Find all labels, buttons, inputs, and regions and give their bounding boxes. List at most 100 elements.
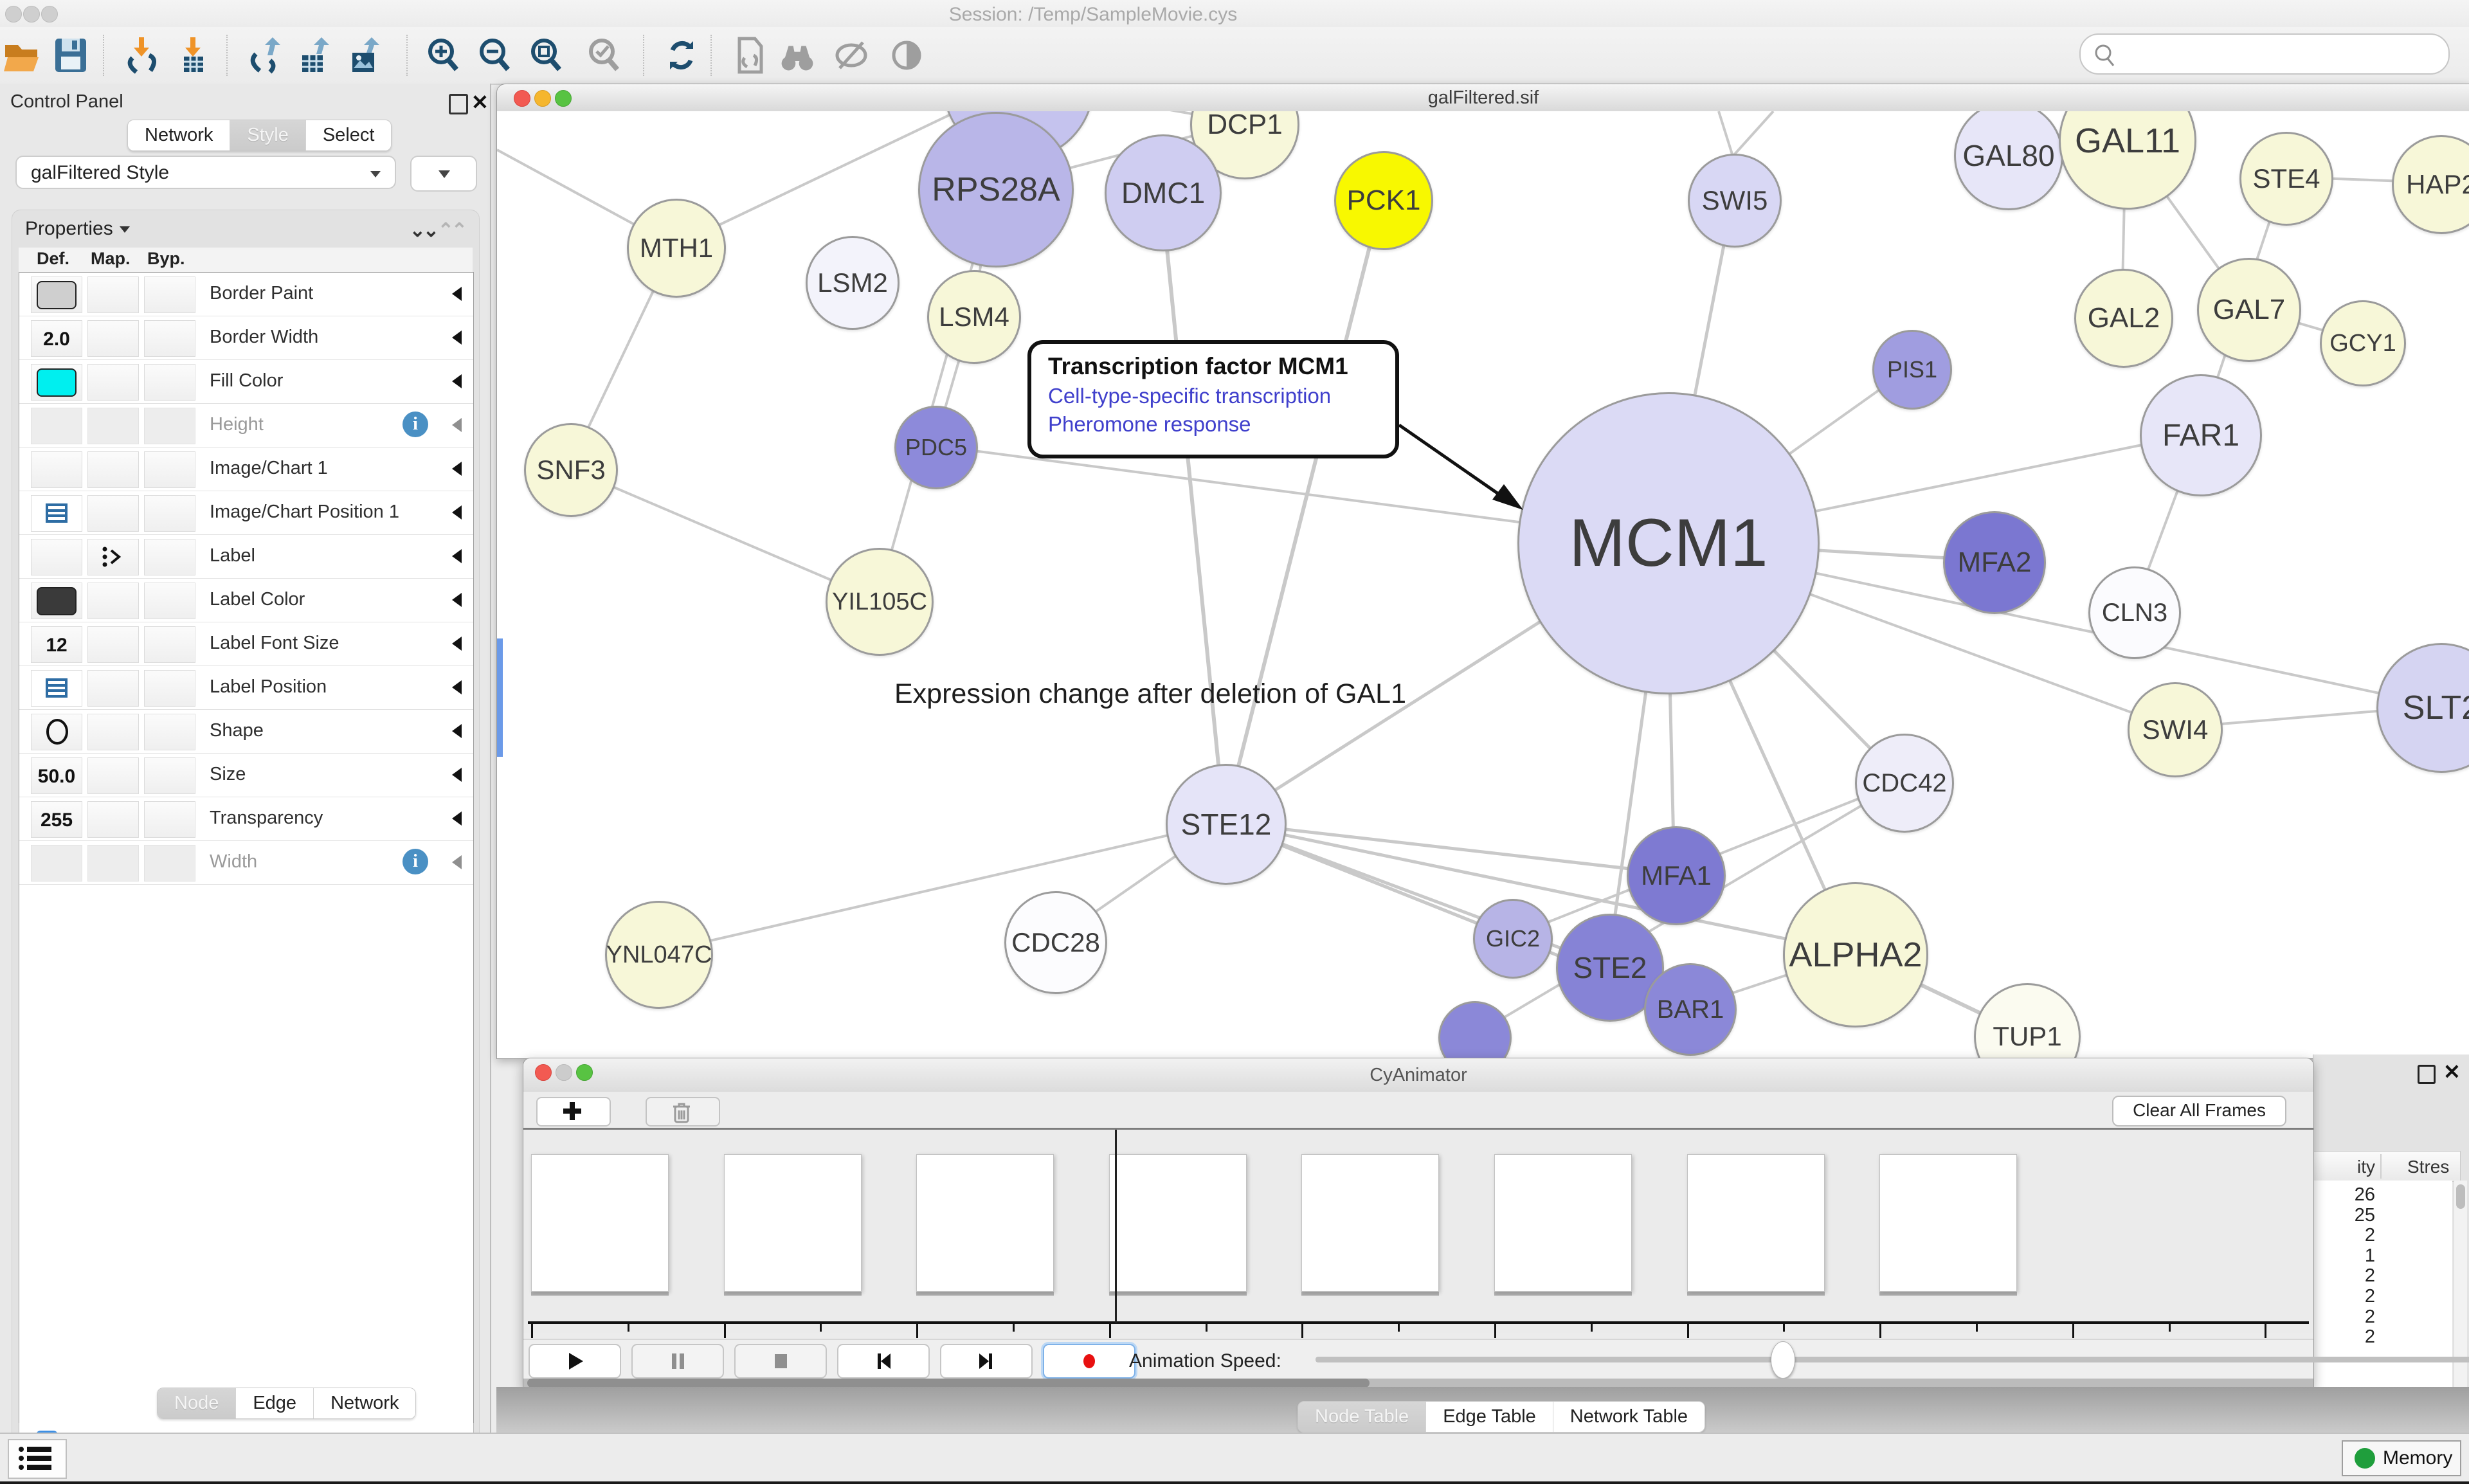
mapping-cell[interactable] — [87, 583, 139, 619]
mapping-cell[interactable] — [87, 757, 139, 794]
clear-all-frames-button[interactable]: Clear All Frames — [2112, 1096, 2286, 1127]
network-node-pis1[interactable]: PIS1 — [1872, 330, 1952, 410]
float-panel-icon[interactable] — [449, 94, 468, 114]
close-panel-icon[interactable]: ✕ — [471, 90, 489, 114]
table-row[interactable]: 2 — [2313, 1326, 2375, 1348]
frame-thumbnail-6[interactable] — [1687, 1154, 1825, 1292]
close-window-icon[interactable] — [5, 6, 22, 23]
tab-network[interactable]: Network — [128, 120, 230, 150]
tab-edge[interactable]: Edge — [235, 1388, 313, 1418]
network-node-pck1[interactable]: PCK1 — [1334, 151, 1433, 250]
tab-node[interactable]: Node — [158, 1388, 235, 1418]
hide-panel-icon[interactable] — [833, 36, 869, 75]
go-to-end-button[interactable] — [940, 1344, 1033, 1379]
frame-thumbnail-5[interactable] — [1494, 1154, 1632, 1292]
zoom-in-icon[interactable] — [426, 36, 462, 75]
tab-node-table[interactable]: Node Table — [1298, 1402, 1425, 1432]
network-node-lsm4[interactable]: LSM4 — [927, 270, 1021, 364]
mapping-cell[interactable] — [87, 801, 139, 838]
save-icon[interactable] — [53, 36, 89, 75]
column-divider[interactable] — [2380, 1154, 2382, 1179]
property-row-shape[interactable]: Shape — [19, 710, 473, 754]
expand-property-icon[interactable] — [452, 287, 462, 301]
mapping-cell[interactable] — [87, 451, 139, 488]
default-value-cell[interactable]: 2.0 — [31, 320, 82, 357]
open-folder-icon[interactable] — [4, 36, 40, 75]
network-node-mfa1[interactable]: MFA1 — [1627, 826, 1726, 925]
network-node-gal7[interactable]: GAL7 — [2197, 258, 2301, 362]
go-to-start-button[interactable] — [837, 1344, 930, 1379]
expand-property-icon[interactable] — [452, 374, 462, 388]
bypass-cell[interactable] — [144, 408, 195, 444]
annotation-box[interactable]: Transcription factor MCM1 Cell-type-spec… — [1027, 340, 1399, 458]
network-node-mfa2[interactable]: MFA2 — [1943, 511, 2046, 614]
add-frame-button[interactable] — [536, 1097, 611, 1127]
tab-network-style[interactable]: Network — [313, 1388, 415, 1418]
expand-property-icon[interactable] — [452, 330, 462, 345]
network-node-mth1[interactable]: MTH1 — [627, 199, 726, 298]
property-row-label-position[interactable]: Label Position — [19, 666, 473, 710]
cyanimator-titlebar[interactable]: CyAnimator — [523, 1058, 2313, 1092]
tab-network-table[interactable]: Network Table — [1553, 1402, 1705, 1432]
network-node-ste12[interactable]: STE12 — [1166, 764, 1287, 885]
panel-menu-button[interactable] — [8, 1439, 67, 1479]
property-row-border-width[interactable]: 2.0Border Width — [19, 316, 473, 360]
network-node-tup1[interactable]: TUP1 — [1974, 983, 2081, 1058]
scrollbar-thumb[interactable] — [527, 1379, 1370, 1388]
default-value-cell[interactable]: 12 — [31, 626, 82, 663]
close-panel-icon[interactable]: ✕ — [2443, 1060, 2461, 1084]
frame-thumbnail-3[interactable] — [1109, 1154, 1247, 1292]
import-network-icon[interactable] — [123, 36, 159, 75]
float-panel-icon[interactable] — [2418, 1065, 2436, 1084]
network-node-alpha2[interactable]: ALPHA2 — [1783, 882, 1928, 1027]
bypass-cell[interactable] — [144, 757, 195, 794]
expand-property-icon[interactable] — [452, 811, 462, 826]
zoom-fit-icon[interactable] — [529, 36, 565, 75]
search-input[interactable] — [2079, 33, 2450, 75]
table-scrollbar[interactable] — [2454, 1181, 2467, 1387]
property-row-size[interactable]: 50.0Size — [19, 754, 473, 797]
mapping-cell[interactable] — [87, 408, 139, 444]
refresh-icon[interactable] — [664, 36, 700, 75]
default-value-cell[interactable] — [31, 539, 82, 575]
bypass-cell[interactable] — [144, 626, 195, 663]
bypass-cell[interactable] — [144, 670, 195, 707]
property-row-height[interactable]: Heighti — [19, 404, 473, 448]
default-value-cell[interactable] — [31, 714, 82, 750]
cyanimator-timeline[interactable]: 0123456789 Seconds — [523, 1130, 2313, 1333]
expand-all-icon[interactable]: ⌄⌄ — [410, 219, 437, 242]
mapping-cell[interactable] — [87, 495, 139, 532]
expand-property-icon[interactable] — [452, 680, 462, 694]
table-column-stress[interactable]: Stres — [2407, 1157, 2449, 1177]
expand-property-icon[interactable] — [452, 462, 462, 476]
animation-speed-slider[interactable] — [1316, 1357, 2469, 1362]
frame-thumbnail-4[interactable] — [1301, 1154, 1439, 1292]
zoom-out-icon[interactable] — [477, 36, 513, 75]
slider-thumb[interactable] — [1771, 1341, 1795, 1379]
default-value-cell[interactable] — [31, 670, 82, 707]
table-row[interactable]: 2 — [2313, 1286, 2375, 1307]
table-row[interactable]: 2 — [2313, 1225, 2375, 1246]
memory-button[interactable]: Memory — [2342, 1440, 2461, 1476]
bypass-cell[interactable] — [144, 583, 195, 619]
bypass-cell[interactable] — [144, 451, 195, 488]
bypass-cell[interactable] — [144, 276, 195, 313]
expand-property-icon[interactable] — [452, 505, 462, 520]
mapping-cell[interactable] — [87, 626, 139, 663]
annotation-link[interactable]: Pheromone response — [1048, 412, 1395, 437]
cyanimator-hscrollbar[interactable] — [523, 1379, 2313, 1388]
network-node-slt2[interactable]: SLT2 — [2376, 643, 2469, 773]
default-value-cell[interactable]: 50.0 — [31, 757, 82, 794]
table-row[interactable]: 1 — [2313, 1245, 2375, 1267]
tab-style[interactable]: Style — [230, 120, 305, 150]
export-table-icon[interactable] — [297, 36, 333, 75]
default-value-cell[interactable] — [31, 845, 82, 882]
expand-property-icon[interactable] — [452, 637, 462, 651]
bypass-cell[interactable] — [144, 364, 195, 401]
property-row-label-font-size[interactable]: 12Label Font Size — [19, 622, 473, 666]
default-value-cell[interactable] — [31, 451, 82, 488]
stop-button[interactable] — [734, 1344, 827, 1379]
network-node-cdc42[interactable]: CDC42 — [1855, 734, 1954, 833]
frame-thumbnail-7[interactable] — [1879, 1154, 2017, 1292]
network-node-snf3[interactable]: SNF3 — [524, 423, 618, 517]
